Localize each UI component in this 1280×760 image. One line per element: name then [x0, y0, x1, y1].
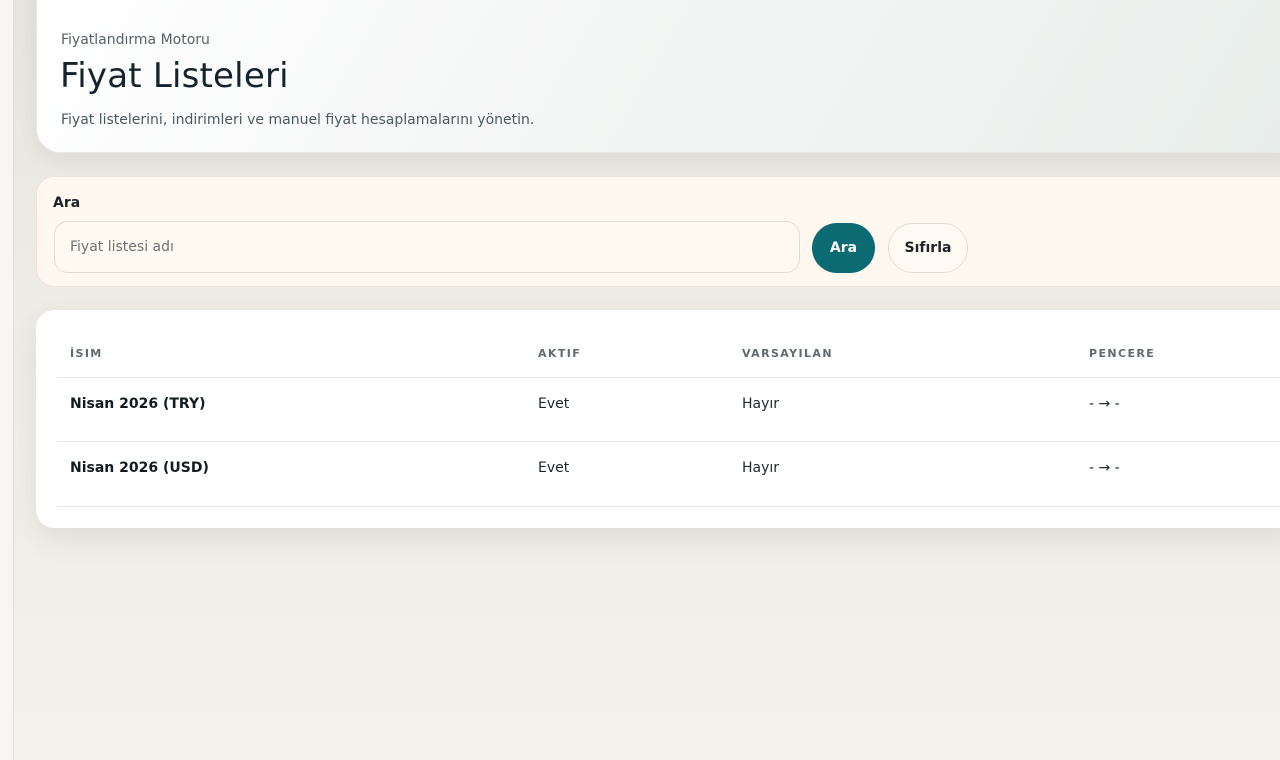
- search-label: Ara: [53, 195, 81, 211]
- price-list-table: İsim Aktif Varsayılan Pencere Nisan 2026…: [36, 310, 1280, 528]
- page-description: Fiyat listelerini, indirimleri ve manuel…: [61, 112, 535, 128]
- page-eyebrow: Fiyatlandırma Motoru: [61, 32, 210, 48]
- page-title: Fiyat Listeleri: [60, 56, 289, 96]
- left-rail: [0, 0, 14, 760]
- search-panel: Ara Ara Sıfırla: [36, 176, 1280, 287]
- row-default: Hayır: [742, 396, 780, 412]
- search-button[interactable]: Ara: [812, 223, 875, 273]
- column-header-default[interactable]: Varsayılan: [742, 347, 833, 360]
- reset-button[interactable]: Sıfırla: [888, 223, 968, 273]
- column-header-window[interactable]: Pencere: [1089, 347, 1155, 360]
- search-input[interactable]: [54, 221, 800, 273]
- row-name[interactable]: Nisan 2026 (USD): [70, 460, 209, 476]
- row-window: - → -: [1089, 460, 1120, 476]
- table-header-row: İsim Aktif Varsayılan Pencere: [57, 310, 1280, 378]
- column-header-name[interactable]: İsim: [70, 347, 103, 360]
- row-default: Hayır: [742, 460, 780, 476]
- row-active: Evet: [538, 396, 570, 412]
- column-header-active[interactable]: Aktif: [538, 347, 581, 360]
- row-name[interactable]: Nisan 2026 (TRY): [70, 396, 205, 412]
- row-active: Evet: [538, 460, 570, 476]
- page-header: Fiyatlandırma Motoru Fiyat Listeleri Fiy…: [36, 0, 1280, 153]
- table-row[interactable]: Nisan 2026 (USD) Evet Hayır - → -: [57, 442, 1280, 507]
- table-row[interactable]: Nisan 2026 (TRY) Evet Hayır - → -: [57, 378, 1280, 442]
- row-window: - → -: [1089, 396, 1120, 412]
